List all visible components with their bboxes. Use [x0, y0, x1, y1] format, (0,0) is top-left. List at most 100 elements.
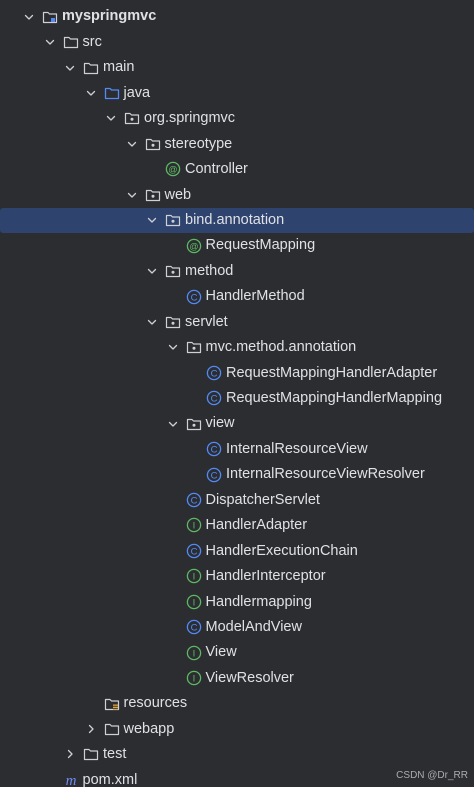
tree-item-handleradapter[interactable]: I HandlerAdapter — [0, 513, 474, 538]
svg-text:I: I — [192, 673, 195, 684]
svg-text:I: I — [192, 648, 195, 659]
tree-item-webapp[interactable]: webapp — [0, 716, 474, 741]
module-folder-icon — [42, 9, 58, 25]
package-icon — [145, 187, 161, 203]
svg-text:C: C — [190, 623, 197, 634]
tree-item-java[interactable]: java — [0, 80, 474, 105]
tree-item-label: webapp — [123, 720, 175, 737]
tree-item-label: bind.annotation — [185, 211, 285, 228]
tree-item-label: HandlerMethod — [205, 288, 305, 305]
tree-item-view[interactable]: I View — [0, 640, 474, 665]
class-icon: C — [206, 441, 222, 457]
tree-item-label: RequestMapping — [205, 237, 316, 254]
tree-item-resources[interactable]: resources — [0, 691, 474, 716]
chevron-down-icon[interactable] — [166, 417, 180, 431]
tree-item-view[interactable]: view — [0, 411, 474, 436]
class-icon: C — [186, 492, 202, 508]
class-icon: C — [186, 289, 202, 305]
watermark: CSDN @Dr_RR — [396, 770, 468, 781]
chevron-down-icon[interactable] — [104, 111, 118, 125]
chevron-down-icon[interactable] — [145, 264, 159, 278]
tree-item-main[interactable]: main — [0, 55, 474, 80]
package-icon — [165, 212, 181, 228]
tree-item-servlet[interactable]: servlet — [0, 309, 474, 334]
svg-text:I: I — [192, 521, 195, 532]
chevron-right-icon[interactable] — [84, 722, 98, 736]
package-icon — [165, 263, 181, 279]
chevron-down-icon[interactable] — [63, 61, 77, 75]
tree-item-requestmapping[interactable]: @ RequestMapping — [0, 233, 474, 258]
tree-item-label: main — [103, 59, 135, 76]
folder-icon — [83, 60, 99, 76]
chevron-down-icon[interactable] — [84, 86, 98, 100]
tree-item-myspringmvc[interactable]: myspringmvc — [0, 4, 474, 29]
tree-item-viewresolver[interactable]: I ViewResolver — [0, 665, 474, 690]
interface-icon: I — [186, 645, 202, 661]
tree-item-label: InternalResourceViewResolver — [226, 466, 425, 483]
tree-item-org-springmvc[interactable]: org.springmvc — [0, 106, 474, 131]
tree-item-label: RequestMappingHandlerMapping — [226, 390, 443, 407]
tree-item-label: servlet — [185, 313, 228, 330]
tree-item-dispatcherservlet[interactable]: C DispatcherServlet — [0, 487, 474, 512]
tree-item-bind-annotation[interactable]: bind.annotation — [0, 207, 474, 233]
tree-item-label: RequestMappingHandlerAdapter — [226, 364, 438, 381]
tree-item-label: web — [164, 186, 192, 203]
svg-text:I: I — [192, 597, 195, 608]
tree-item-stereotype[interactable]: stereotype — [0, 131, 474, 156]
tree-item-mvc-method-annotation[interactable]: mvc.method.annotation — [0, 335, 474, 360]
tree-item-label: test — [103, 746, 127, 763]
svg-text:C: C — [190, 495, 197, 506]
tree-item-web[interactable]: web — [0, 182, 474, 207]
chevron-right-icon[interactable] — [63, 747, 77, 761]
interface-icon: I — [186, 594, 202, 610]
resources-folder-icon — [104, 696, 120, 712]
svg-text:@: @ — [189, 241, 198, 251]
chevron-down-icon[interactable] — [125, 137, 139, 151]
annotation-icon: @ — [165, 161, 181, 177]
tree-item-label: pom.xml — [82, 771, 138, 787]
chevron-down-icon[interactable] — [145, 315, 159, 329]
tree-item-modelandview[interactable]: C ModelAndView — [0, 615, 474, 640]
tree-item-method[interactable]: method — [0, 258, 474, 283]
chevron-down-icon[interactable] — [125, 188, 139, 202]
tree-item-label: stereotype — [164, 135, 233, 152]
class-icon: C — [206, 365, 222, 381]
interface-icon: I — [186, 517, 202, 533]
svg-text:C: C — [211, 394, 218, 405]
tree-item-test[interactable]: test — [0, 742, 474, 767]
tree-item-handlerinterceptor[interactable]: I HandlerInterceptor — [0, 564, 474, 589]
svg-text:m: m — [65, 773, 76, 787]
tree-item-src[interactable]: src — [0, 29, 474, 54]
tree-item-internalresourceview[interactable]: C InternalResourceView — [0, 436, 474, 461]
tree-item-label: method — [185, 262, 234, 279]
annotation-icon: @ — [186, 238, 202, 254]
tree-item-label: Handlermapping — [205, 593, 312, 610]
project-tree: myspringmvc src main java org.springmvc stere… — [0, 0, 474, 787]
tree-item-handlermapping[interactable]: I Handlermapping — [0, 589, 474, 614]
tree-item-label: resources — [123, 695, 188, 712]
chevron-down-icon[interactable] — [166, 340, 180, 354]
package-icon — [165, 314, 181, 330]
tree-item-requestmappinghandlermapping[interactable]: C RequestMappingHandlerMapping — [0, 386, 474, 411]
tree-item-controller[interactable]: @ Controller — [0, 157, 474, 182]
tree-item-internalresourceviewresolver[interactable]: C InternalResourceViewResolver — [0, 462, 474, 487]
tree-item-handlerexecutionchain[interactable]: C HandlerExecutionChain — [0, 538, 474, 563]
folder-icon — [83, 746, 99, 762]
chevron-down-icon[interactable] — [22, 10, 36, 24]
tree-item-label: view — [205, 415, 235, 432]
chevron-down-icon[interactable] — [145, 213, 159, 227]
tree-item-label: InternalResourceView — [226, 440, 368, 457]
tree-item-label: myspringmvc — [62, 8, 157, 25]
folder-icon — [63, 34, 79, 50]
tree-item-label: ViewResolver — [205, 669, 294, 686]
svg-text:C: C — [190, 546, 197, 557]
tree-item-handlermethod[interactable]: C HandlerMethod — [0, 284, 474, 309]
svg-text:C: C — [211, 368, 218, 379]
folder-icon — [104, 721, 120, 737]
class-icon: C — [186, 543, 202, 559]
svg-text:I: I — [192, 572, 195, 583]
chevron-down-icon[interactable] — [43, 35, 57, 49]
tree-item-label: mvc.method.annotation — [205, 339, 357, 356]
tree-item-requestmappinghandleradapter[interactable]: C RequestMappingHandlerAdapter — [0, 360, 474, 385]
tree-item-label: HandlerAdapter — [205, 517, 308, 534]
